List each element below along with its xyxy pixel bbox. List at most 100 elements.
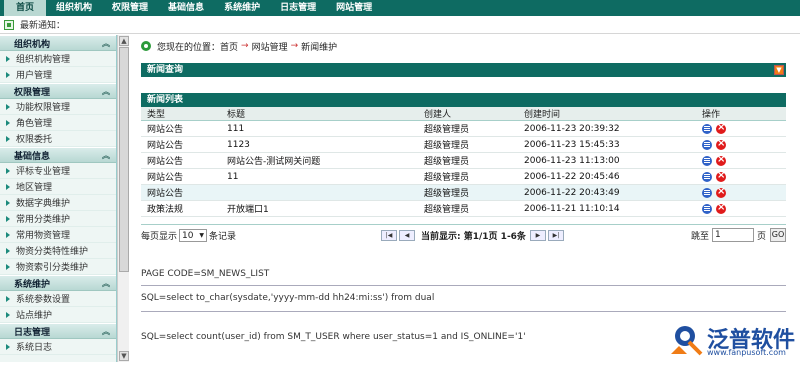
scroll-up-icon[interactable]: ▲: [119, 36, 129, 46]
cell-actions: [696, 136, 786, 153]
next-page-icon[interactable]: ▶: [529, 230, 546, 241]
top-nav: 首页 组织机构 权限管理 基础信息 系统维护 日志管理 网站管理: [0, 0, 800, 16]
cell-actions: [696, 184, 786, 201]
cell-title[interactable]: 111: [221, 120, 418, 137]
delete-icon[interactable]: [716, 202, 726, 214]
sidebar-scrollbar[interactable]: ▲ ▼: [117, 35, 129, 362]
breadcrumb-section[interactable]: 网站管理: [252, 40, 288, 53]
cell-time: 2006-11-23 20:39:32: [518, 120, 696, 137]
sidebar-group-4[interactable]: 日志管理 ︽: [0, 323, 116, 339]
table-row[interactable]: 网站公告 超级管理员 2006-11-22 20:43:49: [141, 184, 786, 201]
expand-toggle-icon[interactable]: ▼: [774, 65, 784, 75]
notice-icon: [4, 19, 14, 30]
table-row[interactable]: 网站公告 1123 超级管理员 2006-11-23 15:45:33: [141, 136, 786, 153]
arrow-right-icon: [6, 295, 10, 302]
nav-tab-4[interactable]: 系统维护: [214, 0, 270, 16]
table-row[interactable]: 网站公告 11 超级管理员 2006-11-22 20:45:46: [141, 168, 786, 185]
sidebar-item-label: 系统日志: [16, 343, 53, 353]
divider: [141, 285, 786, 286]
nav-tab-0[interactable]: 首页: [4, 0, 47, 16]
cell-type: 网站公告: [141, 152, 221, 169]
collapse-icon[interactable]: ︽: [102, 278, 110, 289]
edit-icon[interactable]: [702, 123, 712, 134]
edit-icon[interactable]: [702, 203, 712, 214]
col-header-creator: 创建人: [418, 107, 518, 121]
sidebar-item-label: 站点维护: [16, 311, 53, 321]
search-panel-title: 新闻查询: [147, 65, 184, 75]
sidebar-item[interactable]: 数据字典维护: [0, 195, 116, 211]
sidebar-group-title: 日志管理: [14, 327, 51, 338]
table-row[interactable]: 网站公告 网站公告-测试网关问题 超级管理员 2006-11-23 11:13:00: [141, 152, 786, 169]
notice-label: 最新通知：: [20, 21, 66, 31]
page-jump: 跳至 1 页 GO: [691, 228, 786, 242]
table-row[interactable]: 政策法规 开放端口1 超级管理员 2006-11-21 11:10:14: [141, 200, 786, 217]
sidebar-item[interactable]: 系统参数设置: [0, 291, 116, 307]
per-page-select[interactable]: 10 ▼: [179, 229, 208, 242]
sidebar-group-0[interactable]: 组织机构 ︽: [0, 35, 116, 51]
sidebar-item[interactable]: 功能权限管理: [0, 99, 116, 115]
scroll-down-icon[interactable]: ▼: [119, 351, 129, 361]
sidebar-item[interactable]: 系统日志: [0, 339, 116, 355]
sidebar-item[interactable]: 组织机构管理: [0, 51, 116, 67]
nav-tab-3[interactable]: 基础信息: [158, 0, 214, 16]
cell-title[interactable]: [221, 184, 418, 201]
table-row[interactable]: 网站公告 111 超级管理员 2006-11-23 20:39:32: [141, 120, 786, 137]
page-nav: |◀ ◀ 当前显示: 第1/1页 1-6条 ▶ ▶|: [381, 229, 566, 242]
cell-creator: 超级管理员: [418, 136, 518, 153]
delete-icon[interactable]: [716, 154, 726, 166]
cell-title[interactable]: 11: [221, 168, 418, 185]
delete-icon[interactable]: [716, 186, 726, 198]
collapse-icon[interactable]: ︽: [102, 326, 110, 337]
logo-url: www.fanpusoft.com: [707, 348, 786, 357]
nav-tab-2[interactable]: 权限管理: [102, 0, 158, 16]
per-page-value: 10: [182, 230, 194, 241]
cell-title[interactable]: 1123: [221, 136, 418, 153]
first-page-icon[interactable]: |◀: [381, 230, 397, 241]
last-page-icon[interactable]: ▶|: [547, 230, 564, 241]
gear-icon: [141, 41, 151, 51]
nav-tab-5[interactable]: 日志管理: [270, 0, 326, 16]
cell-creator: 超级管理员: [418, 168, 518, 185]
collapse-icon[interactable]: ︽: [102, 86, 110, 97]
sidebar-item[interactable]: 站点维护: [0, 307, 116, 323]
arrow-right-icon: [6, 55, 10, 62]
cell-title[interactable]: 开放端口1: [221, 200, 418, 217]
sidebar-group-1[interactable]: 权限管理 ︽: [0, 83, 116, 99]
sidebar-item[interactable]: 物资分类特性维护: [0, 243, 116, 259]
table-header-row: 类型 标题 创建人 创建时间 操作: [141, 107, 786, 121]
sidebar-item[interactable]: 常用分类维护: [0, 211, 116, 227]
sidebar-group-3[interactable]: 系统维护 ︽: [0, 275, 116, 291]
page-number-input[interactable]: 1: [711, 228, 754, 242]
sidebar-item[interactable]: 地区管理: [0, 179, 116, 195]
col-header-time: 创建时间: [518, 107, 696, 121]
nav-tab-6[interactable]: 网站管理: [326, 0, 382, 16]
delete-icon[interactable]: [716, 138, 726, 150]
edit-icon[interactable]: [702, 139, 712, 150]
sidebar-item-label: 数据字典维护: [16, 199, 71, 209]
breadcrumb-home[interactable]: 首页: [220, 40, 238, 53]
sidebar-item[interactable]: 角色管理: [0, 115, 116, 131]
edit-icon[interactable]: [702, 187, 712, 198]
breadcrumb-separator: →: [290, 41, 299, 51]
sidebar-item[interactable]: 物资索引分类维护: [0, 259, 116, 275]
nav-tab-1[interactable]: 组织机构: [46, 0, 102, 16]
sidebar-item[interactable]: 权限委托: [0, 131, 116, 147]
scroll-thumb[interactable]: [119, 47, 129, 272]
sidebar-item[interactable]: 常用物资管理: [0, 227, 116, 243]
prev-page-icon[interactable]: ◀: [399, 230, 415, 241]
collapse-icon[interactable]: ︽: [102, 150, 110, 161]
notice-bar: 最新通知：: [0, 16, 800, 34]
sidebar-item[interactable]: 用户管理: [0, 67, 116, 83]
collapse-icon[interactable]: ︽: [102, 38, 110, 49]
delete-icon[interactable]: [716, 170, 726, 182]
sidebar-item[interactable]: 评标专业管理: [0, 163, 116, 179]
sidebar-group-2[interactable]: 基础信息 ︽: [0, 147, 116, 163]
sidebar-group-title: 基础信息: [14, 151, 51, 162]
delete-icon[interactable]: [716, 122, 726, 134]
edit-icon[interactable]: [702, 155, 712, 166]
cell-title[interactable]: 网站公告-测试网关问题: [221, 152, 418, 169]
edit-icon[interactable]: [702, 171, 712, 182]
go-button[interactable]: GO: [770, 228, 786, 242]
sidebar-item-label: 功能权限管理: [16, 103, 71, 113]
cell-actions: [696, 152, 786, 169]
